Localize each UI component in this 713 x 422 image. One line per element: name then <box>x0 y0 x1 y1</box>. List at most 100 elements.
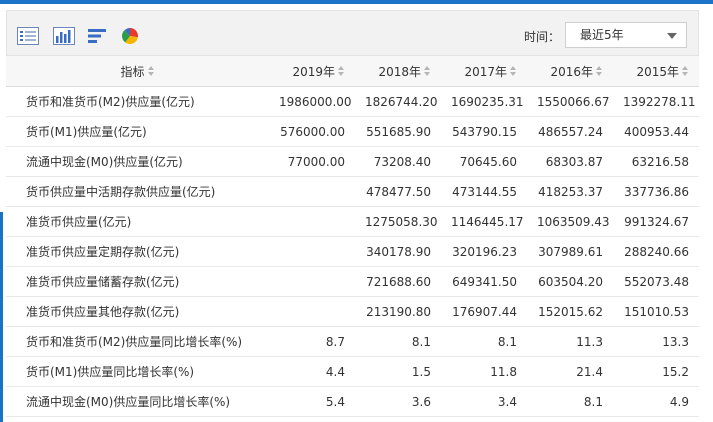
row-label: 准货币供应量(亿元) <box>6 206 269 237</box>
cell-value: 1690235.31 <box>441 86 527 117</box>
cell-value: 11.3 <box>527 326 613 357</box>
cell-value <box>269 206 355 237</box>
data-table: 指标 2019年 2018年 2017年 2016年 2015年 货币和准货币(… <box>6 56 699 417</box>
table-row: 流通中现金(M0)供应量同比增长率(%) 5.4 3.6 3.4 8.1 4.9 <box>6 386 699 417</box>
table-row: 准货币供应量定期存款(亿元) 340178.90 320196.23 30798… <box>6 236 699 267</box>
cell-value: 77000.00 <box>269 146 355 177</box>
cell-value: 1986000.00 <box>269 86 355 117</box>
cell-value: 5.4 <box>269 386 355 417</box>
sort-icon[interactable] <box>682 65 689 77</box>
row-label: 准货币供应量其他存款(亿元) <box>6 296 269 327</box>
sort-icon[interactable] <box>510 65 517 77</box>
cell-value <box>269 296 355 327</box>
bar-chart-icon[interactable] <box>53 27 75 45</box>
pie-chart-icon[interactable] <box>121 27 139 45</box>
cell-value: 8.1 <box>527 386 613 417</box>
text-align-icon[interactable] <box>87 27 107 45</box>
table-row: 货币和准货币(M2)供应量(亿元) 1986000.00 1826744.20 … <box>6 86 699 117</box>
row-label: 货币(M1)供应量(亿元) <box>6 116 269 147</box>
cell-value: 1550066.67 <box>527 86 613 117</box>
row-label: 流通中现金(M0)供应量同比增长率(%) <box>6 386 269 417</box>
cell-value: 8.1 <box>441 326 527 357</box>
table-header-row: 指标 2019年 2018年 2017年 2016年 2015年 <box>6 56 699 87</box>
cell-value: 8.1 <box>355 326 441 357</box>
sort-icon[interactable] <box>147 65 155 77</box>
cell-value: 1.5 <box>355 356 441 387</box>
cell-value: 152015.62 <box>527 296 613 327</box>
cell-value: 337736.86 <box>613 176 699 207</box>
cell-value: 400953.44 <box>613 116 699 147</box>
table-row: 货币(M1)供应量同比增长率(%) 4.4 1.5 11.8 21.4 15.2 <box>6 356 699 387</box>
cell-value: 8.7 <box>269 326 355 357</box>
sort-icon[interactable] <box>596 65 603 77</box>
cell-value: 418253.37 <box>527 176 613 207</box>
cell-value: 213190.80 <box>355 296 441 327</box>
cell-value: 1146445.17 <box>441 206 527 237</box>
cell-value: 721688.60 <box>355 266 441 297</box>
sort-icon[interactable] <box>338 65 345 77</box>
left-edge-marker <box>0 212 3 422</box>
sort-icon[interactable] <box>424 65 431 77</box>
row-label: 货币和准货币(M2)供应量(亿元) <box>6 86 269 117</box>
table-row: 流通中现金(M0)供应量(亿元) 77000.00 73208.40 70645… <box>6 146 699 177</box>
cell-value: 21.4 <box>527 356 613 387</box>
row-label: 货币(M1)供应量同比增长率(%) <box>6 356 269 387</box>
time-range-select[interactable]: 最近5年 <box>565 22 687 48</box>
row-label: 准货币供应量储蓄存款(亿元) <box>6 266 269 297</box>
cell-value: 473144.55 <box>441 176 527 207</box>
row-label: 货币和准货币(M2)供应量同比增长率(%) <box>6 326 269 357</box>
cell-value: 63216.58 <box>613 146 699 177</box>
cell-value: 1275058.30 <box>355 206 441 237</box>
table-row: 准货币供应量储蓄存款(亿元) 721688.60 649341.50 60350… <box>6 266 699 297</box>
row-label: 准货币供应量定期存款(亿元) <box>6 236 269 267</box>
column-header-2015[interactable]: 2015年 <box>613 56 699 87</box>
cell-value: 151010.53 <box>613 296 699 327</box>
column-header-2019[interactable]: 2019年 <box>269 56 355 87</box>
column-header-2018[interactable]: 2018年 <box>355 56 441 87</box>
chevron-down-icon <box>667 33 677 39</box>
cell-value: 551685.90 <box>355 116 441 147</box>
cell-value: 340178.90 <box>355 236 441 267</box>
cell-value: 11.8 <box>441 356 527 387</box>
cell-value: 15.2 <box>613 356 699 387</box>
column-header-indicator[interactable]: 指标 <box>6 56 269 87</box>
cell-value: 3.6 <box>355 386 441 417</box>
row-label: 货币供应量中活期存款供应量(亿元) <box>6 176 269 207</box>
cell-value: 70645.60 <box>441 146 527 177</box>
cell-value: 1826744.20 <box>355 86 441 117</box>
table-row: 货币(M1)供应量(亿元) 576000.00 551685.90 543790… <box>6 116 699 147</box>
cell-value: 4.9 <box>613 386 699 417</box>
cell-value: 543790.15 <box>441 116 527 147</box>
cell-value: 4.4 <box>269 356 355 387</box>
top-accent-bar <box>0 0 713 4</box>
cell-value: 13.3 <box>613 326 699 357</box>
cell-value: 73208.40 <box>355 146 441 177</box>
cell-value: 1392278.11 <box>613 86 699 117</box>
cell-value: 576000.00 <box>269 116 355 147</box>
cell-value <box>269 176 355 207</box>
cell-value: 603504.20 <box>527 266 613 297</box>
cell-value: 649341.50 <box>441 266 527 297</box>
table-row: 准货币供应量(亿元) 1275058.30 1146445.17 1063509… <box>6 206 699 237</box>
cell-value: 68303.87 <box>527 146 613 177</box>
cell-value: 288240.66 <box>613 236 699 267</box>
cell-value: 3.4 <box>441 386 527 417</box>
time-label: 时间： <box>524 30 561 44</box>
cell-value <box>269 266 355 297</box>
table-row: 准货币供应量其他存款(亿元) 213190.80 176907.44 15201… <box>6 296 699 327</box>
table-row: 货币供应量中活期存款供应量(亿元) 478477.50 473144.55 41… <box>6 176 699 207</box>
cell-value: 176907.44 <box>441 296 527 327</box>
list-view-icon[interactable] <box>17 27 39 45</box>
time-range-value: 最近5年 <box>580 28 624 42</box>
cell-value: 320196.23 <box>441 236 527 267</box>
cell-value: 307989.61 <box>527 236 613 267</box>
cell-value: 486557.24 <box>527 116 613 147</box>
cell-value: 991324.67 <box>613 206 699 237</box>
cell-value <box>269 236 355 267</box>
row-label: 流通中现金(M0)供应量(亿元) <box>6 146 269 177</box>
column-header-2016[interactable]: 2016年 <box>527 56 613 87</box>
cell-value: 478477.50 <box>355 176 441 207</box>
cell-value: 552073.48 <box>613 266 699 297</box>
column-header-2017[interactable]: 2017年 <box>441 56 527 87</box>
table-row: 货币和准货币(M2)供应量同比增长率(%) 8.7 8.1 8.1 11.3 1… <box>6 326 699 357</box>
